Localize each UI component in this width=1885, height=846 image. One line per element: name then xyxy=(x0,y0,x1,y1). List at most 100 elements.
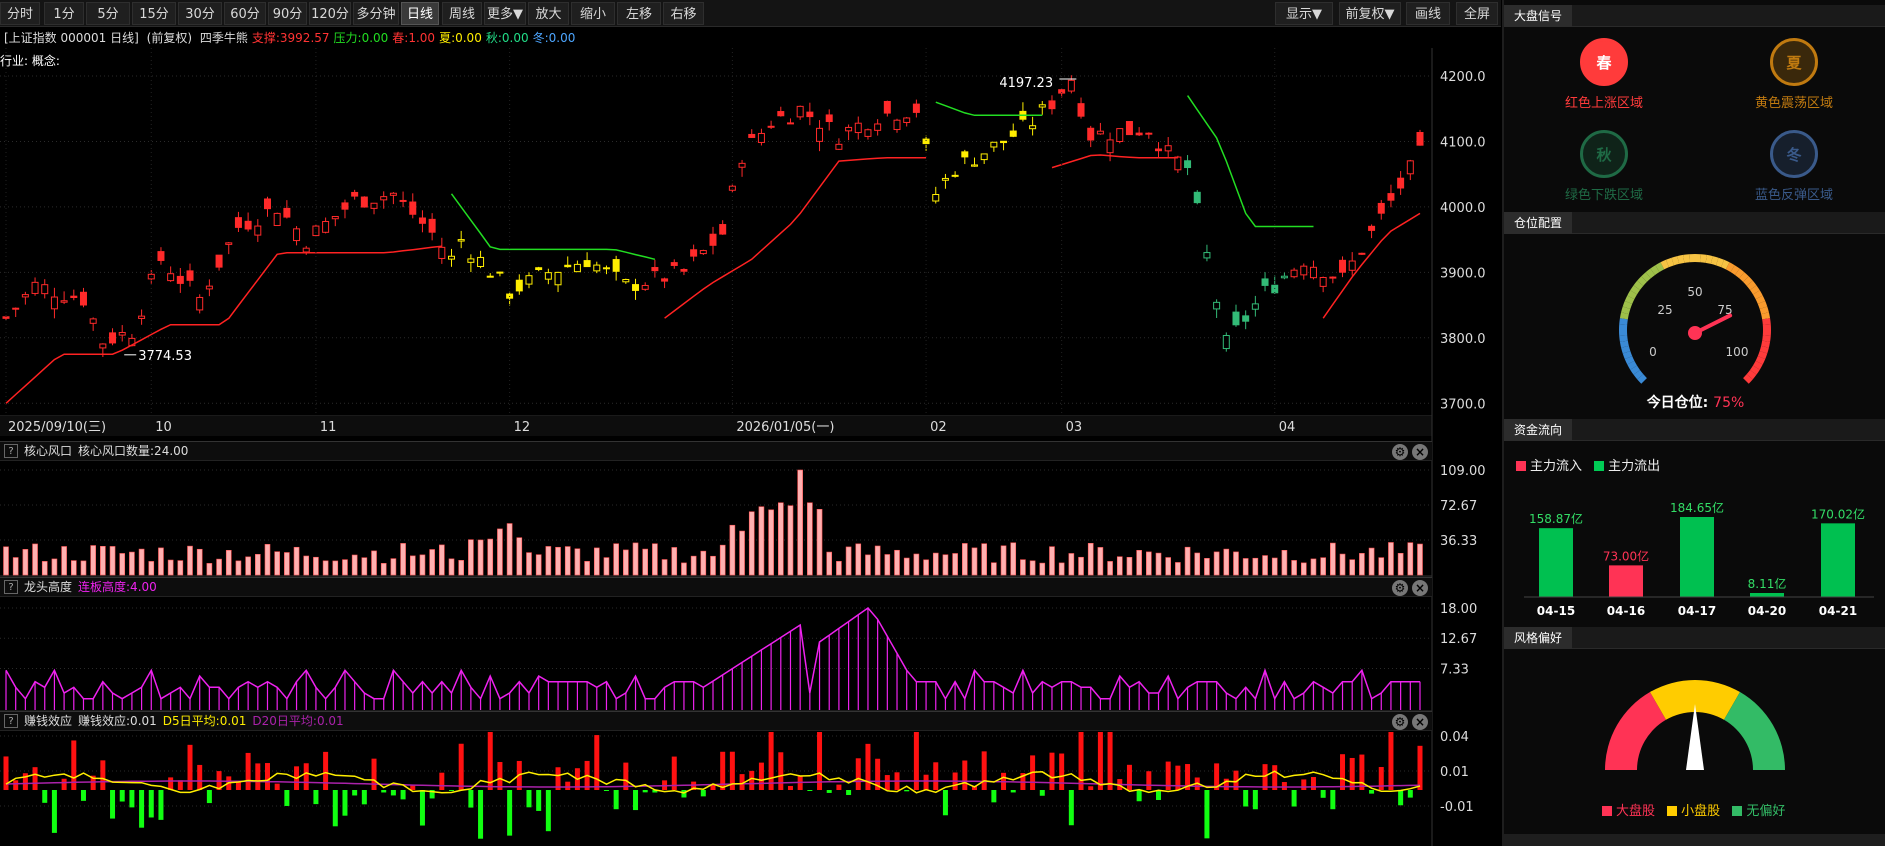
core-bar xyxy=(1204,558,1210,576)
spring-value: 春:1.00 xyxy=(392,31,436,45)
gauge-arc-segment xyxy=(1677,254,1685,264)
candle-body xyxy=(767,125,775,128)
panel-dragon-value: 连板高度:4.00 xyxy=(78,580,157,594)
help-icon[interactable]: ? xyxy=(4,580,18,594)
x-tick-label: 2026/01/05(一) xyxy=(736,420,834,435)
profit-bar xyxy=(1407,790,1413,798)
toolbar-right-button-0[interactable]: 显示▼ xyxy=(1275,2,1333,25)
period-button-9[interactable]: 日线 xyxy=(401,2,439,25)
period-button-15[interactable]: 右移 xyxy=(663,2,704,25)
core-bar xyxy=(284,552,290,576)
candle-body xyxy=(806,111,814,118)
period-button-5[interactable]: 60分 xyxy=(224,2,266,25)
core-bar xyxy=(613,543,619,576)
gauge-arc-segment xyxy=(1705,254,1713,264)
core-bar xyxy=(322,560,329,576)
core-bar xyxy=(1126,556,1133,576)
profit-bar xyxy=(1059,753,1065,790)
candle-body xyxy=(670,262,678,266)
close-icon[interactable]: × xyxy=(1412,580,1428,596)
profit-bar xyxy=(1223,778,1229,790)
candle-body xyxy=(273,212,281,227)
core-bar xyxy=(70,560,77,576)
period-button-11[interactable]: 更多▼ xyxy=(484,2,526,25)
candle-body xyxy=(341,202,349,210)
core-bar xyxy=(632,542,639,576)
core-bar xyxy=(1339,553,1346,576)
profit-bar xyxy=(768,732,774,790)
profit-bar xyxy=(458,743,464,790)
gauge-arc-segment xyxy=(1633,280,1644,291)
core-bar xyxy=(652,543,658,576)
close-icon[interactable]: × xyxy=(1412,444,1428,460)
candle-body xyxy=(980,153,988,161)
toolbar-right-button-2[interactable]: 画线 xyxy=(1406,2,1450,25)
core-bar xyxy=(777,502,784,576)
candle-body xyxy=(641,284,649,290)
panel-profit-name: 赚钱效应 xyxy=(24,714,73,728)
sidebar-bottom-tabs[interactable] xyxy=(1504,834,1885,846)
season-1: 夏黄色震荡区域 xyxy=(1729,38,1859,111)
flow-value-label: 73.00亿 xyxy=(1603,548,1649,563)
candle-body xyxy=(1300,265,1308,276)
style-gauge xyxy=(1605,680,1785,770)
period-button-12[interactable]: 放大 xyxy=(528,2,569,25)
toolbar-right-button-3[interactable]: 全屏 xyxy=(1456,2,1498,25)
core-bar xyxy=(342,559,348,576)
candle-body xyxy=(612,259,620,272)
gear-icon[interactable]: ⚙ xyxy=(1392,444,1408,460)
help-icon[interactable]: ? xyxy=(4,444,18,458)
profit-bar xyxy=(923,774,929,790)
flow-date-label: 04-16 xyxy=(1607,604,1645,618)
gear-icon[interactable]: ⚙ xyxy=(1392,580,1408,596)
flow-bar xyxy=(1821,523,1855,597)
profit-bar xyxy=(981,751,987,790)
core-bar xyxy=(584,561,590,576)
profit-bar xyxy=(439,772,445,790)
period-button-0[interactable]: 分时 xyxy=(0,2,40,25)
core-bar xyxy=(158,547,164,576)
core-bar xyxy=(845,546,852,576)
core-bar xyxy=(119,553,126,576)
core-bar xyxy=(468,539,474,576)
position-gauge: 0255075100 xyxy=(1619,254,1771,384)
period-button-14[interactable]: 左移 xyxy=(617,2,661,25)
period-button-4[interactable]: 30分 xyxy=(178,2,222,25)
capital-flow-chart: 158.87亿 04-15 73.00亿 04-16 184.65亿 04-17 8.11亿… xyxy=(1524,500,1874,618)
core-bar xyxy=(245,556,251,576)
gear-icon[interactable]: ⚙ xyxy=(1392,714,1408,730)
close-icon[interactable]: × xyxy=(1412,714,1428,730)
period-button-3[interactable]: 15分 xyxy=(132,2,176,25)
candle-body xyxy=(1232,311,1240,326)
period-button-8[interactable]: 多分钟 xyxy=(353,2,399,25)
core-bar xyxy=(429,549,435,576)
period-button-10[interactable]: 周线 xyxy=(442,2,482,25)
candle-body xyxy=(1222,335,1230,350)
period-button-1[interactable]: 1分 xyxy=(44,2,84,25)
candle-body xyxy=(109,332,117,344)
period-button-13[interactable]: 缩小 xyxy=(571,2,615,25)
gauge-arc-segment xyxy=(1619,312,1629,320)
core-bar xyxy=(748,511,755,576)
core-bar xyxy=(1368,547,1375,576)
gauge-arc-segment xyxy=(1762,335,1771,342)
period-button-7[interactable]: 120分 xyxy=(309,2,351,25)
flow-date-label: 04-20 xyxy=(1748,604,1786,618)
toolbar-right-button-1[interactable]: 前复权▼ xyxy=(1339,2,1401,25)
style-title: 风格偏好 xyxy=(1504,627,1573,649)
core-bar xyxy=(1291,560,1297,576)
core-bar xyxy=(1078,556,1084,576)
core-bar xyxy=(177,560,184,576)
core-bar xyxy=(729,524,736,576)
candle-body xyxy=(651,267,659,272)
candle-body xyxy=(515,279,523,292)
period-button-6[interactable]: 90分 xyxy=(268,2,307,25)
profit-bar xyxy=(700,790,706,797)
help-icon[interactable]: ? xyxy=(4,714,18,728)
period-button-2[interactable]: 5分 xyxy=(86,2,130,25)
core-bar xyxy=(1242,558,1249,576)
core-bar xyxy=(545,546,552,576)
candle-body xyxy=(360,196,368,208)
core-bar xyxy=(361,557,368,576)
gauge-arc-segment xyxy=(1630,365,1641,375)
